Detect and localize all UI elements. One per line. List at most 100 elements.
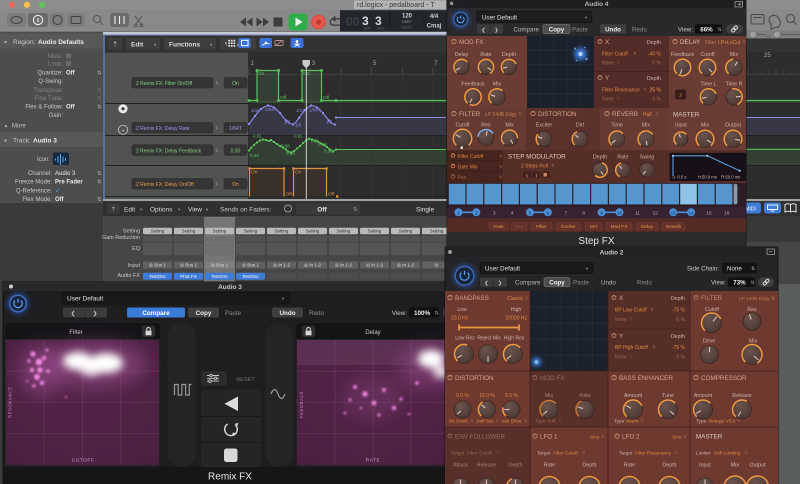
svg-text:Mix: Mix	[701, 123, 710, 129]
svg-text:⇅: ⇅	[629, 354, 633, 359]
svg-text:⇡: ⇡	[111, 206, 116, 214]
svg-text:Depth: Depth	[502, 52, 516, 58]
svg-text:Cutoff: Cutoff	[455, 123, 470, 129]
svg-text:0 %: 0 %	[676, 355, 685, 361]
svg-text:⇅: ⇅	[718, 27, 722, 33]
svg-text:⇅: ⇅	[97, 88, 102, 94]
svg-text:Input: Input	[128, 263, 141, 269]
svg-text:Swing: Swing	[640, 155, 654, 161]
svg-text:None: None	[602, 97, 614, 103]
svg-text:11: 11	[635, 211, 640, 217]
svg-text:⇅: ⇅	[742, 40, 746, 45]
svg-text:Track:: Track:	[13, 138, 31, 145]
svg-text:Depth: Depth	[647, 40, 661, 46]
svg-text:Bit Crush: Bit Crush	[449, 419, 468, 424]
svg-text:Target: Target	[619, 451, 633, 457]
svg-text:On: On	[258, 71, 265, 77]
svg-text:H:50.0 ms: H:50.0 ms	[698, 174, 717, 179]
svg-text:⇅: ⇅	[215, 81, 219, 86]
svg-text:Copy: Copy	[549, 280, 565, 287]
svg-text:Mod FX: Mod FX	[611, 224, 629, 230]
svg-text:Setting: Setting	[244, 229, 258, 234]
svg-text:Audio 3: Audio 3	[55, 171, 76, 177]
svg-text:Output: Output	[725, 123, 741, 129]
svg-text:2 Remix FX: Delay Rate: 2 Remix FX: Delay Rate	[136, 126, 190, 132]
svg-text:Loop:: Loop:	[48, 62, 63, 68]
svg-text:13: 13	[671, 210, 676, 215]
svg-text:Time L: Time L	[701, 82, 717, 88]
svg-text:Rate: Rate	[544, 463, 555, 469]
svg-text:Off: Off	[280, 95, 287, 101]
svg-text:Time R: Time R	[726, 82, 743, 88]
svg-text:RESONANCE: RESONANCE	[8, 386, 13, 418]
svg-text:15.0 %: 15.0 %	[479, 393, 495, 399]
svg-text:Undo: Undo	[601, 280, 616, 287]
svg-text:User Default: User Default	[485, 265, 520, 272]
svg-text:◎ In 1-2: ◎ In 1-2	[273, 263, 290, 268]
svg-text:Tune: Tune	[662, 393, 674, 399]
svg-text:0.2: 0.2	[311, 139, 318, 144]
svg-text:MASTER: MASTER	[696, 434, 723, 441]
svg-text:Setting: Setting	[275, 229, 289, 234]
svg-text:More: More	[12, 124, 26, 130]
svg-text:Depth: Depth	[647, 76, 661, 82]
svg-text:Delay: Delay	[641, 224, 654, 230]
svg-text:120: 120	[402, 14, 413, 20]
svg-text:Exciter: Exciter	[536, 123, 552, 129]
svg-text:Type: Type	[535, 419, 546, 425]
svg-text:Input: Input	[675, 123, 687, 129]
svg-text:+: +	[121, 127, 125, 134]
svg-text:Pan: Pan	[515, 224, 524, 230]
svg-text:Filter: Filter	[69, 330, 82, 336]
svg-text:Exciter: Exciter	[561, 224, 576, 230]
svg-text:Icon:: Icon:	[37, 157, 50, 163]
svg-text:Filter Resonance: Filter Resonance	[602, 88, 640, 94]
svg-text:Rate: Rate	[617, 155, 628, 161]
svg-text:5.0 %: 5.0 %	[505, 393, 518, 399]
svg-text:⇅: ⇅	[435, 311, 439, 317]
svg-text:♪: ♪	[679, 92, 683, 99]
svg-text:Filter Cutoff: Filter Cutoff	[467, 451, 492, 457]
svg-text:Depth: Depth	[671, 296, 685, 302]
svg-text:0.98: 0.98	[286, 151, 295, 156]
svg-text:Undo: Undo	[279, 310, 295, 317]
svg-text:TestOsc: TestOsc	[211, 274, 228, 279]
svg-text:⇅: ⇅	[97, 71, 102, 77]
svg-text:None: None	[727, 265, 742, 272]
svg-text:R:50.0 ms: R:50.0 ms	[721, 174, 740, 179]
svg-text:▾: ▾	[4, 40, 7, 46]
svg-text:Pan: Pan	[458, 175, 467, 181]
svg-text:Gain:: Gain:	[49, 113, 64, 119]
svg-text:Edit: Edit	[131, 42, 144, 49]
svg-text:Vintage VCA: Vintage VCA	[708, 419, 736, 425]
svg-text:⇅: ⇅	[751, 280, 755, 286]
svg-text:Rate: Rate	[624, 463, 635, 469]
svg-text:Setting: Setting	[430, 229, 444, 234]
svg-text:Attack: Attack	[453, 463, 468, 469]
svg-text:On: On	[295, 170, 302, 176]
svg-text:Low: Low	[457, 307, 467, 313]
svg-text:Audio 2: Audio 2	[600, 250, 624, 257]
svg-text:Target: Target	[537, 451, 551, 457]
svg-text:MOD FX: MOD FX	[459, 39, 484, 46]
svg-text:1/64T: 1/64T	[309, 108, 321, 113]
svg-text:Quantize:: Quantize:	[37, 71, 63, 77]
svg-text:COMPRESSOR: COMPRESSOR	[701, 375, 747, 382]
svg-text:Single: Single	[416, 207, 434, 214]
svg-text:Soft Sat: Soft Sat	[477, 419, 494, 424]
svg-text:⇅: ⇅	[353, 207, 358, 213]
svg-text:16: 16	[724, 211, 730, 217]
svg-text:⇅: ⇅	[629, 317, 633, 322]
svg-text:⇅: ⇅	[215, 126, 219, 131]
svg-text:⇡: ⇡	[112, 41, 118, 49]
svg-text:On: On	[232, 81, 239, 87]
svg-text:Q-Reference:: Q-Reference:	[16, 189, 52, 195]
svg-text:LFO 2: LFO 2	[622, 434, 640, 441]
svg-text:0 %: 0 %	[652, 61, 661, 67]
svg-text:⇅: ⇅	[519, 112, 523, 117]
svg-text:Channel:: Channel:	[28, 171, 52, 177]
svg-text:Reject Mix: Reject Mix	[477, 336, 501, 342]
svg-text:Off: Off	[66, 71, 76, 77]
svg-text:⇅: ⇅	[551, 163, 555, 168]
svg-text:Depth: Depth	[662, 463, 676, 469]
